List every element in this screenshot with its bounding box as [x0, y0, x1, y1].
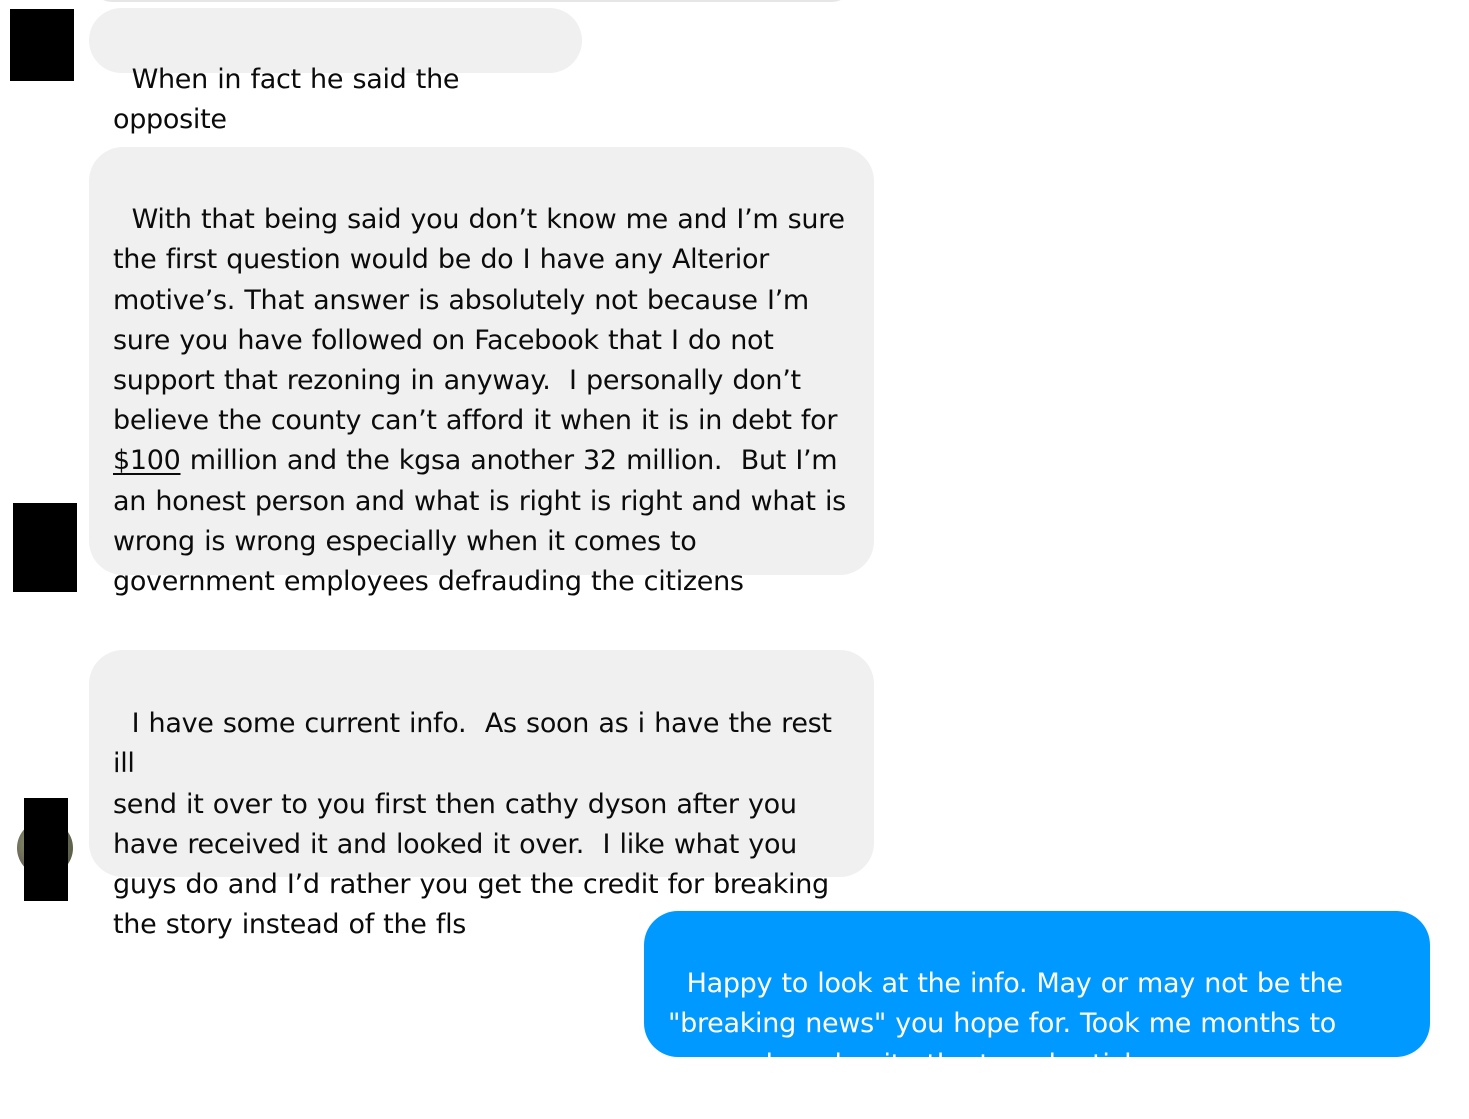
- message-bubble-incoming[interactable]: When in fact he said the opposite: [89, 8, 582, 135]
- message-text: I have some current info. As soon as i h…: [113, 708, 832, 941]
- message-text: Happy to look at the info. May or may no…: [668, 968, 1343, 1080]
- message-bubble-incoming[interactable]: I have some current info. As soon as i h…: [89, 650, 874, 940]
- message-text: million and the kgsa another 32 million.…: [113, 445, 846, 598]
- message-text: When in fact he said the opposite: [113, 64, 469, 136]
- redacted-avatar: [13, 503, 77, 592]
- previous-message-edge: [92, 0, 852, 2]
- phone-number-link[interactable]: $100: [113, 445, 181, 476]
- redacted-avatar: [24, 798, 68, 901]
- message-bubble-incoming[interactable]: With that being said you don’t know me a…: [89, 147, 874, 597]
- message-bubble-outgoing[interactable]: Happy to look at the info. May or may no…: [644, 911, 1430, 1080]
- redacted-avatar: [10, 9, 74, 81]
- message-text: With that being said you don’t know me a…: [113, 204, 845, 437]
